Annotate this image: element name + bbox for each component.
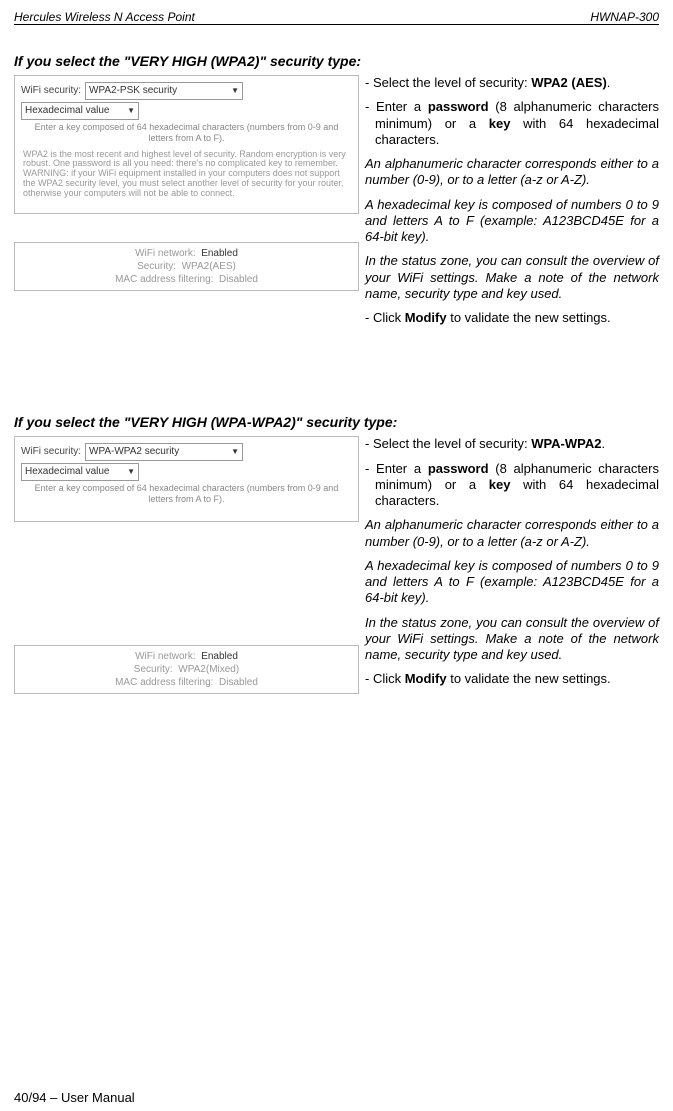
ss1-wifi-security-label: WiFi security: — [21, 85, 81, 97]
ss1-status-mac-value: Disabled — [219, 274, 258, 285]
ss2-wifi-security-label: WiFi security: — [21, 446, 81, 458]
s2-p2: - Enter a password (8 alphanumeric chara… — [365, 461, 659, 510]
ss2-hex-dropdown[interactable]: Hexadecimal value ▼ — [21, 463, 139, 481]
ss1-status-sec-value: WPA2(AES) — [182, 261, 236, 272]
ss1-wifi-security-dropdown[interactable]: WPA2-PSK security ▼ — [85, 82, 243, 100]
s2-p4: A hexadecimal key is composed of numbers… — [365, 558, 659, 607]
ss1-status-sec-label: Security: — [137, 261, 176, 272]
ss1-status-wifi-label: WiFi network: — [135, 248, 196, 259]
page-header: Hercules Wireless N Access Point HWNAP-3… — [14, 10, 659, 25]
page-footer: 40/94 – User Manual — [14, 1090, 135, 1105]
ss1-status-wifi-value: Enabled — [201, 248, 238, 259]
ss1-para: WPA2 is the most recent and highest leve… — [23, 150, 350, 199]
header-right: HWNAP-300 — [590, 10, 659, 24]
section2-textcol: - Select the level of security: WPA-WPA2… — [365, 436, 659, 695]
ss1-hex-dropdown[interactable]: Hexadecimal value ▼ — [21, 102, 139, 120]
section1-textcol: - Select the level of security: WPA2 (AE… — [365, 75, 659, 334]
chevron-down-icon: ▼ — [127, 467, 135, 477]
ss2-wifi-security-dropdown[interactable]: WPA-WPA2 security ▼ — [85, 443, 243, 461]
ss2-status-wifi-value: Enabled — [201, 651, 238, 662]
section2-row: WiFi security: WPA-WPA2 security ▼ Hexad… — [14, 436, 659, 695]
section2-screenshot: WiFi security: WPA-WPA2 security ▼ Hexad… — [14, 436, 359, 522]
chevron-down-icon: ▼ — [231, 447, 239, 457]
chevron-down-icon: ▼ — [231, 86, 239, 96]
s2-p6: - Click Modify to validate the new setti… — [365, 671, 659, 687]
section1-screenshot: WiFi security: WPA2-PSK security ▼ Hexad… — [14, 75, 359, 214]
s2-p3: An alphanumeric character corresponds ei… — [365, 517, 659, 550]
s2-p5: In the status zone, you can consult the … — [365, 615, 659, 664]
header-left: Hercules Wireless N Access Point — [14, 10, 195, 24]
section2-imagecol: WiFi security: WPA-WPA2 security ▼ Hexad… — [14, 436, 365, 694]
ss1-hint: Enter a key composed of 64 hexadecimal c… — [25, 122, 348, 144]
ss2-status-wifi-label: WiFi network: — [135, 651, 196, 662]
ss2-hint: Enter a key composed of 64 hexadecimal c… — [25, 483, 348, 505]
ss1-wifi-security-value: WPA2-PSK security — [89, 85, 177, 97]
ss2-wifi-security-value: WPA-WPA2 security — [89, 446, 179, 458]
ss2-status-sec-label: Security: — [134, 664, 173, 675]
ss2-status-mac-label: MAC address filtering: — [115, 677, 213, 688]
ss2-status-sec-value: WPA2(Mixed) — [178, 664, 239, 675]
s1-p5: In the status zone, you can consult the … — [365, 253, 659, 302]
section2-statusbox: WiFi network: Enabled Security: WPA2(Mix… — [14, 645, 359, 694]
ss1-hex-label: Hexadecimal value — [25, 105, 110, 117]
ss2-status-mac-value: Disabled — [219, 677, 258, 688]
section1-imagecol: WiFi security: WPA2-PSK security ▼ Hexad… — [14, 75, 365, 291]
s1-p4: A hexadecimal key is composed of numbers… — [365, 197, 659, 246]
section2-title: If you select the "VERY HIGH (WPA-WPA2)"… — [14, 414, 659, 430]
s1-p1: - Select the level of security: WPA2 (AE… — [365, 75, 659, 91]
section1-title: If you select the "VERY HIGH (WPA2)" sec… — [14, 53, 659, 69]
s1-p6: - Click Modify to validate the new setti… — [365, 310, 659, 326]
ss2-hex-label: Hexadecimal value — [25, 466, 110, 478]
s1-p3: An alphanumeric character corresponds ei… — [365, 156, 659, 189]
ss1-status-mac-label: MAC address filtering: — [115, 274, 213, 285]
chevron-down-icon: ▼ — [127, 106, 135, 116]
s2-p1: - Select the level of security: WPA-WPA2… — [365, 436, 659, 452]
section1-row: WiFi security: WPA2-PSK security ▼ Hexad… — [14, 75, 659, 334]
section1-statusbox: WiFi network: Enabled Security: WPA2(AES… — [14, 242, 359, 291]
s1-p2: - Enter a password (8 alphanumeric chara… — [365, 99, 659, 148]
